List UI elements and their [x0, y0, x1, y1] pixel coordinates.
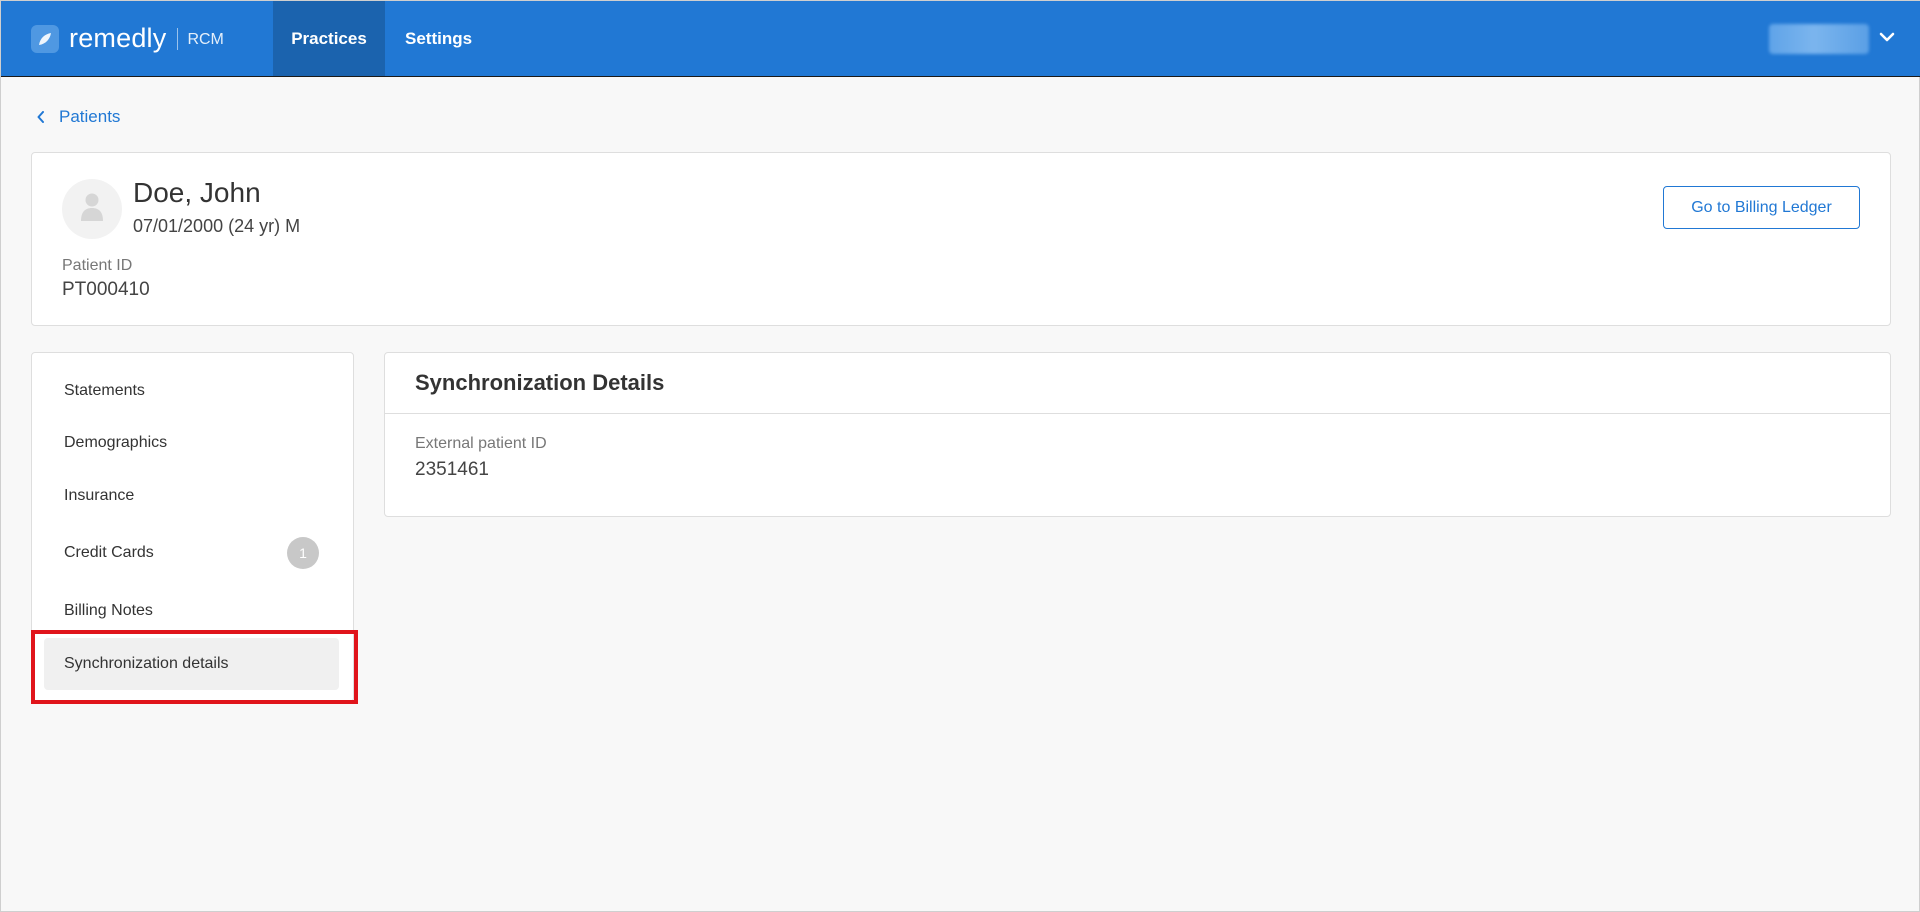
side-nav-item-label: Credit Cards	[64, 544, 154, 561]
user-menu[interactable]	[1769, 23, 1895, 55]
avatar	[62, 179, 122, 239]
breadcrumb-label: Patients	[59, 107, 121, 126]
breadcrumb-patients[interactable]: Patients	[37, 107, 120, 127]
app-window: remedly RCM Practices Settings Patients	[0, 0, 1920, 912]
tab-practices-label: Practices	[291, 28, 367, 48]
patient-side-nav: Statements Demographics Insurance Credit…	[31, 352, 354, 702]
side-nav-item-label: Synchronization details	[64, 655, 229, 672]
tab-settings-label: Settings	[405, 28, 473, 48]
brand-name: remedly	[69, 23, 167, 53]
side-nav-item-statements[interactable]: Statements	[44, 365, 339, 417]
side-nav-item-label: Demographics	[64, 434, 168, 451]
tab-settings[interactable]: Settings	[385, 1, 492, 76]
patient-id-value: PT000410	[62, 279, 150, 300]
external-patient-id-value: 2351461	[415, 459, 489, 480]
synchronization-details-panel: Synchronization Details External patient…	[384, 352, 1891, 517]
user-silhouette-icon	[79, 192, 105, 227]
brand-divider	[177, 27, 179, 50]
chevron-down-icon	[1879, 30, 1895, 48]
side-nav-item-label: Insurance	[64, 487, 135, 504]
brand-logo[interactable]: remedly RCM	[31, 1, 224, 76]
side-nav-item-synchronization-details[interactable]: Synchronization details	[44, 638, 339, 690]
side-nav-item-demographics[interactable]: Demographics	[44, 417, 339, 469]
tab-practices[interactable]: Practices	[273, 1, 385, 76]
side-nav-item-label: Billing Notes	[64, 602, 153, 619]
patient-demographics: 07/01/2000 (24 yr) M	[133, 216, 301, 236]
go-to-billing-ledger-button[interactable]: Go to Billing Ledger	[1663, 186, 1860, 229]
panel-title: Synchronization Details	[385, 353, 1890, 414]
patient-name: Doe, John	[133, 177, 261, 208]
credit-cards-count-badge: 1	[287, 537, 319, 569]
top-nav-bar: remedly RCM Practices Settings	[1, 1, 1920, 77]
side-nav-item-credit-cards[interactable]: Credit Cards 1	[44, 527, 339, 579]
chevron-left-icon	[37, 111, 45, 123]
external-patient-id-label: External patient ID	[415, 435, 547, 452]
user-name-redacted	[1769, 24, 1869, 54]
brand-subtitle: RCM	[187, 31, 224, 48]
side-nav-item-label: Statements	[64, 382, 145, 399]
patient-summary-card: Doe, John 07/01/2000 (24 yr) M Patient I…	[31, 152, 1891, 326]
leaf-logo-icon	[31, 24, 59, 53]
patient-id-label: Patient ID	[62, 257, 133, 274]
side-nav-item-insurance[interactable]: Insurance	[44, 470, 339, 522]
side-nav-item-billing-notes[interactable]: Billing Notes	[44, 585, 339, 637]
